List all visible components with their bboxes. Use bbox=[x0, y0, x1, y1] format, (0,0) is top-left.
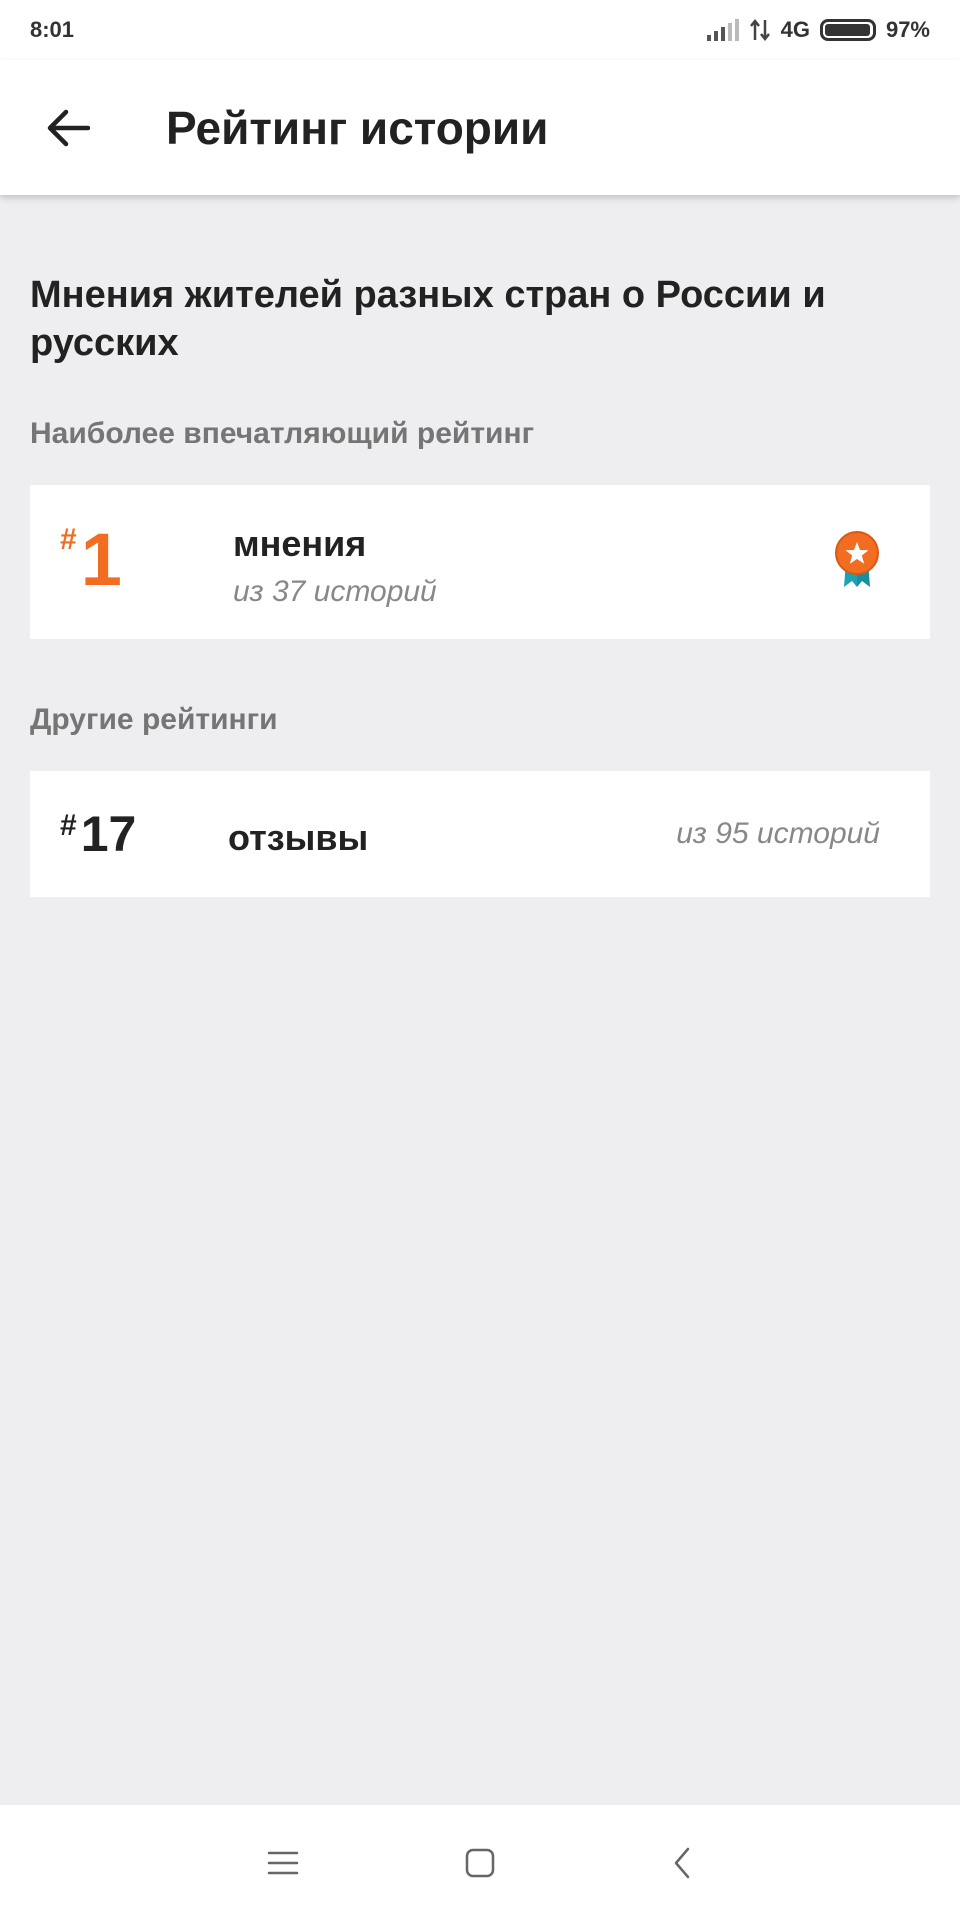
system-back-button[interactable] bbox=[654, 1835, 710, 1891]
rating-out-of: из 95 историй bbox=[676, 817, 880, 850]
other-ratings-label: Другие рейтинги bbox=[30, 703, 278, 736]
medal-star-icon bbox=[835, 531, 879, 587]
rating-out-of: из 37 историй bbox=[233, 575, 437, 608]
menu-icon bbox=[267, 1851, 299, 1875]
rank-number: # 1 bbox=[60, 523, 122, 597]
home-button[interactable] bbox=[452, 1835, 508, 1891]
signal-icon bbox=[706, 19, 739, 41]
rank-number: # 17 bbox=[60, 809, 136, 859]
arrow-left-icon bbox=[47, 109, 90, 146]
battery-icon bbox=[819, 19, 876, 41]
rating-category: отзывы bbox=[228, 817, 369, 858]
home-square-icon bbox=[465, 1848, 495, 1878]
rating-category: мнения bbox=[233, 523, 367, 564]
top-rating-label: Наиболее впечатляющий рейтинг bbox=[30, 417, 535, 450]
status-time: 8:01 bbox=[30, 17, 75, 42]
story-title: Мнения жителей разных стран о России и р… bbox=[30, 274, 826, 364]
data-transfer-icon bbox=[749, 18, 770, 42]
back-button[interactable] bbox=[28, 88, 108, 168]
status-icons: 4G 97% bbox=[706, 17, 930, 43]
system-nav-bar bbox=[0, 1805, 960, 1920]
app-bar: Рейтинг истории bbox=[0, 60, 960, 195]
main-content: Мнения жителей разных стран о России и р… bbox=[30, 195, 930, 897]
rank-hash: # bbox=[60, 809, 77, 842]
menu-button[interactable] bbox=[255, 1835, 311, 1891]
rating-row[interactable]: # 17 отзывы из 95 историй bbox=[30, 771, 930, 897]
card-text: мнения из 37 историй bbox=[233, 523, 437, 609]
rank-value: 17 bbox=[80, 806, 137, 862]
rank-value: 1 bbox=[80, 518, 122, 601]
rank-hash: # bbox=[60, 523, 77, 556]
back-chevron-icon bbox=[674, 1847, 690, 1879]
page-title: Рейтинг истории bbox=[166, 101, 549, 154]
network-type: 4G bbox=[780, 17, 810, 42]
battery-percent: 97% bbox=[885, 17, 930, 42]
top-rating-card[interactable]: # 1 мнения из 37 историй bbox=[30, 485, 930, 639]
status-bar: 8:01 4G 97% bbox=[0, 0, 960, 60]
